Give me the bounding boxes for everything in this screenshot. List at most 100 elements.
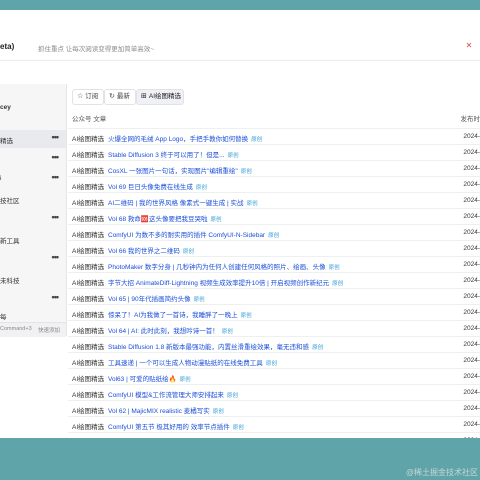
row-account: AI绘图精选: [72, 296, 105, 303]
row-date: 2024-: [463, 133, 480, 140]
row-title-wrap: 工具速递 | 一个可以生成人物动漫贴纸的在线免费工具 原创: [108, 357, 277, 367]
table-row[interactable]: AI绘图精选 Vol 62 | MajicMIX realistic 麦橘写实 原创…: [68, 400, 480, 417]
table-row[interactable]: AI绘图精选 Vol63 | 可爱的贴纸绘🔥 原创 2024-: [68, 368, 480, 385]
sidebar-item[interactable]: 未科技: [0, 270, 66, 288]
row-account: AI绘图精选: [72, 360, 105, 367]
article-link[interactable]: Vol 69 巨日头像免费在线生成: [108, 184, 193, 191]
row-account: AI绘图精选: [72, 437, 104, 438]
article-link[interactable]: Vol 65 | 90年代插画简约头像: [108, 296, 191, 303]
tab-subscribe[interactable]: ☆ 订阅: [72, 89, 104, 105]
article-link[interactable]: Vol 68 救命🆘这头像要把我豆哭啦: [108, 216, 207, 223]
more-options-icon[interactable]: •••: [52, 172, 60, 182]
table-row[interactable]: AI绘图精选 ComfyUI 模型&工作流管理大师安排起来 原创 2024-: [68, 384, 480, 401]
table-row[interactable]: AI绘图精选 字节大招 AnimateDiff-Lightning 视频生成效率提…: [68, 272, 480, 289]
table-row[interactable]: AI绘图精选 惊呆了！AI为我做了一首诗，我睡胖了一晚上 原创 2024-: [68, 304, 480, 321]
table-row[interactable]: AI绘图精选 Vol 66 我的世界之二维码 原创 2024-: [68, 240, 480, 257]
row-account: AI绘图精选: [72, 376, 105, 383]
sidebar-item[interactable]: •••: [0, 210, 66, 228]
row-title-wrap: ComfyUI 模型&工作流管理大师安排起来 原创: [108, 389, 238, 399]
table-row[interactable]: AI绘图精选 Vol 61 | MajicMIX realistic 写实原创 20…: [68, 432, 480, 438]
article-link[interactable]: ComfyUI 第五节 极其好用的 效率节点插件: [108, 424, 230, 431]
row-title-wrap: 火爆全网的毛绒 App Logo，手把手教你如何替换 原创: [108, 133, 262, 143]
row-title-wrap: CosXL 一张图片一句话，实现图片"编辑重绘" 原创: [108, 165, 252, 175]
more-options-icon[interactable]: •••: [52, 152, 60, 162]
article-link[interactable]: Stable Diffusion 3 终于可以用了！但是...: [108, 152, 225, 159]
row-title-wrap: PhotoMaker 数字分身 | 几秒钟内为任何人创建任何风格的照片、绘画、头…: [108, 261, 340, 271]
table-row[interactable]: AI绘图精选 Stable Diffusion 3 终于可以用了！但是... 原创 2…: [68, 144, 480, 161]
row-title-wrap: 字节大招 AnimateDiff-Lightning 视频生成效率提升10倍 |…: [108, 277, 343, 287]
original-badge: 原创: [328, 265, 340, 271]
sidebar-item-label: 新工具: [0, 238, 20, 245]
sidebar-item-label: i: [0, 175, 2, 182]
more-options-icon[interactable]: •••: [52, 252, 60, 262]
quick-add-link[interactable]: 快速添加: [38, 326, 60, 334]
row-date: 2024-: [463, 213, 480, 220]
row-account: AI绘图精选: [72, 392, 105, 399]
star-icon: ☆: [77, 93, 84, 100]
column-header-source: 公众号 文章: [72, 116, 107, 123]
more-options-icon[interactable]: •••: [52, 292, 60, 302]
row-date: 2024-: [463, 357, 480, 364]
table-row[interactable]: AI绘图精选 火爆全网的毛绒 App Logo，手把手教你如何替换 原创 2024-: [68, 128, 480, 145]
sidebar-item-label: 精选: [0, 138, 13, 145]
table-row[interactable]: AI绘图精选 CosXL 一张图片一句话，实现图片"编辑重绘" 原创 2024-: [68, 160, 480, 177]
article-link[interactable]: PhotoMaker 数字分身 | 几秒钟内为任何人创建任何风格的照片、绘画、头…: [108, 264, 326, 271]
tab-ai-drawing[interactable]: ⊞ AI绘图精选: [136, 89, 184, 105]
sidebar-item[interactable]: 精选 •••: [0, 130, 66, 148]
tab-latest-label: 最新: [116, 93, 130, 100]
article-link[interactable]: CosXL 一张图片一句话，实现图片"编辑重绘": [108, 168, 238, 175]
article-link[interactable]: 火爆全网的毛绒 App Logo，手把手教你如何替换: [108, 136, 248, 143]
original-badge: 原创: [332, 281, 344, 287]
article-link[interactable]: 惊呆了！AI为我做了一首诗，我睡胖了一晚上: [108, 312, 238, 319]
tab-latest[interactable]: ↻ 最新: [104, 89, 136, 105]
sidebar-item[interactable]: 技社区: [0, 190, 66, 208]
shortcut-label: Command+3: [0, 326, 32, 332]
table-row[interactable]: AI绘图精选 工具速递 | 一个可以生成人物动漫贴纸的在线免费工具 原创 2024-: [68, 352, 480, 369]
sidebar-item[interactable]: •••: [0, 150, 66, 168]
original-badge: 原创: [251, 137, 263, 143]
article-link[interactable]: Vol 62 | MajicMIX realistic 麦橘写实: [108, 408, 210, 415]
table-row[interactable]: AI绘图精选 Vol 65 | 90年代插画简约头像 原创 2024-: [68, 288, 480, 305]
row-date: 2024-: [463, 389, 480, 396]
sidebar-item[interactable]: 新工具: [0, 230, 66, 248]
row-title-wrap: Vol 64 | AI: 此时此刻，我想吟诗一首！ 原创: [108, 325, 233, 335]
original-badge: 原创: [179, 377, 191, 383]
row-account: AI绘图精选: [72, 248, 105, 255]
table-row[interactable]: AI绘图精选 PhotoMaker 数字分身 | 几秒钟内为任何人创建任何风格的照…: [68, 256, 480, 273]
article-link[interactable]: Stable Diffusion 1.8 新版本最强功能，内置丝滑重绘效果，毫无…: [108, 344, 309, 351]
table-row[interactable]: AI绘图精选 Vol 69 巨日头像免费在线生成 原创 2024-: [68, 176, 480, 193]
table-row[interactable]: AI绘图精选 Vol 68 救命🆘这头像要把我豆哭啦 原创 2024-: [68, 208, 480, 225]
row-title-wrap: Vol 68 救命🆘这头像要把我豆哭啦 原创: [108, 213, 222, 223]
close-icon[interactable]: ✕: [464, 41, 474, 51]
row-date: 2024-: [463, 181, 480, 188]
tab-subscribe-label: 订阅: [85, 93, 99, 100]
table-row[interactable]: AI绘图精选 AI二维码 | 我的世界风格 像素式一键生成 | 实战 原创 2024-: [68, 192, 480, 209]
row-date: 2024-: [463, 421, 480, 428]
article-link[interactable]: 工具速递 | 一个可以生成人物动漫贴纸的在线免费工具: [108, 360, 263, 367]
article-link[interactable]: Vol 64 | AI: 此时此刻，我想吟诗一首！: [108, 328, 219, 335]
article-link[interactable]: Vol 66 我的世界之二维码: [108, 248, 180, 255]
grid-icon: ⊞: [141, 93, 147, 100]
row-title-wrap: ComfyUI 为数不多的耐实用的插件 ComfyUI-N-Sidebar 原创: [108, 229, 279, 239]
original-badge: 原创: [210, 217, 222, 223]
row-date: 2024-: [463, 405, 480, 412]
article-link[interactable]: AI二维码 | 我的世界风格 像素式一键生成 | 实战: [108, 200, 244, 207]
article-link[interactable]: ComfyUI 模型&工作流管理大师安排起来: [108, 392, 224, 399]
original-badge: 原创: [232, 425, 244, 431]
more-options-icon[interactable]: •••: [52, 212, 60, 222]
article-link[interactable]: ComfyUI 为数不多的耐实用的插件 ComfyUI-N-Sidebar: [108, 232, 265, 239]
table-row[interactable]: AI绘图精选 Stable Diffusion 1.8 新版本最强功能，内置丝滑重…: [68, 336, 480, 353]
row-account: AI绘图精选: [72, 168, 105, 175]
row-date: 2024-: [463, 325, 480, 332]
table-row[interactable]: AI绘图精选 ComfyUI 第五节 极其好用的 效率节点插件 原创 2024-: [68, 416, 480, 433]
article-link[interactable]: Vol63 | 可爱的贴纸绘🔥: [108, 376, 177, 383]
table-row[interactable]: AI绘图精选 ComfyUI 为数不多的耐实用的插件 ComfyUI-N-Side…: [68, 224, 480, 241]
watermark: @稀土掘金技术社区: [405, 468, 478, 477]
sidebar-item[interactable]: •••: [0, 250, 66, 268]
original-badge: 原创: [227, 153, 239, 159]
article-link[interactable]: 字节大招 AnimateDiff-Lightning 视频生成效率提升10倍 |…: [108, 280, 329, 287]
more-options-icon[interactable]: •••: [52, 132, 60, 142]
table-row[interactable]: AI绘图精选 Vol 64 | AI: 此时此刻，我想吟诗一首！ 原创 2024-: [68, 320, 480, 337]
sidebar-item[interactable]: i •••: [0, 170, 66, 188]
row-title-wrap: Vol 66 我的世界之二维码 原创: [108, 245, 194, 255]
